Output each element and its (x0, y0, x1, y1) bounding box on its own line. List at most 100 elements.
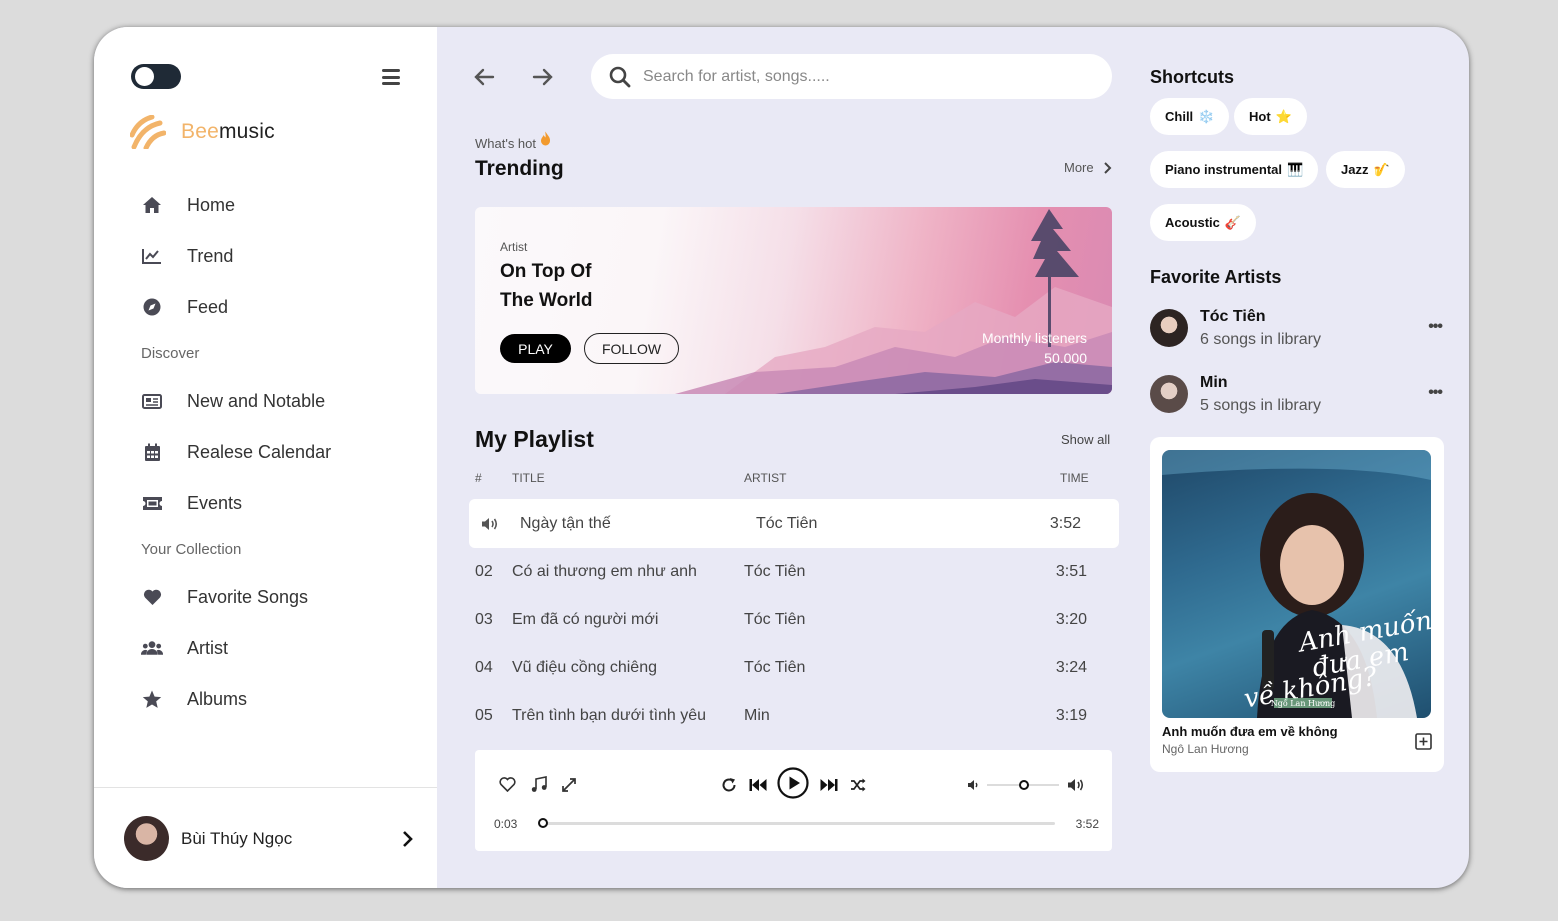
table-row[interactable]: Ngày tận thế Tóc Tiên 3:52 (469, 499, 1119, 548)
volume-thumb[interactable] (1019, 780, 1030, 790)
newspaper-icon (141, 390, 163, 412)
previous-track-icon[interactable] (749, 778, 767, 792)
repeat-icon[interactable] (721, 777, 737, 793)
play-button[interactable]: PLAY (500, 334, 571, 363)
nav-trend[interactable]: Trend (141, 241, 233, 271)
song-artist: Min (744, 706, 770, 724)
volume-slider[interactable] (987, 780, 1059, 790)
add-to-playlist-icon[interactable] (1415, 733, 1432, 750)
nav-label: Realese Calendar (187, 441, 332, 462)
nav-label: Favorite Songs (187, 586, 309, 607)
col-header-num: # (475, 471, 482, 485)
shuffle-icon[interactable] (850, 778, 866, 792)
play-pause-icon[interactable] (777, 767, 809, 799)
song-number: 02 (475, 562, 493, 580)
more-options-icon[interactable]: ••• (1428, 384, 1443, 402)
app-window: Beemusic Home Trend Feed Discover New an… (94, 27, 1469, 888)
back-arrow-icon[interactable] (472, 65, 496, 89)
album-cover-image[interactable]: Anh muốn đưa em về không? Ngô Lan Hương (1162, 450, 1431, 718)
next-track-icon[interactable] (820, 778, 838, 792)
user-profile[interactable]: Bùi Thúy Ngọc (124, 816, 414, 861)
home-icon (141, 194, 163, 216)
song-title: Trên tình bạn dưới tình yêu (512, 706, 707, 724)
player-bar: 0:03 3:52 (475, 750, 1112, 851)
shortcut-jazz[interactable]: Jazz 🎷 (1326, 151, 1405, 188)
more-options-icon[interactable]: ••• (1428, 318, 1443, 336)
nav-label: Events (187, 492, 243, 513)
hero-title: On Top Of The World (500, 261, 593, 311)
logo[interactable]: Beemusic (130, 115, 275, 149)
nav-label: Albums (187, 688, 248, 709)
nav-label: Home (187, 194, 236, 215)
right-panel: Shortcuts Chill ❄️ Hot ⭐ Piano instrumenta… (1150, 27, 1450, 888)
volume-low-icon[interactable] (967, 779, 980, 791)
menu-icon[interactable] (382, 69, 400, 85)
nav-events[interactable]: Events (141, 488, 242, 518)
nav-new-and-notable[interactable]: New and Notable (141, 386, 325, 416)
artist-name: Tóc Tiên (1200, 307, 1266, 325)
theme-toggle[interactable] (131, 64, 181, 89)
speaker-playing-icon (482, 517, 498, 530)
whats-hot-label: What's hot (475, 131, 551, 151)
sidebar: Beemusic Home Trend Feed Discover New an… (94, 27, 437, 888)
hero-artist-label: Artist (500, 240, 528, 254)
favorite-artist-item[interactable]: Min 5 songs in library ••• (1150, 372, 1443, 416)
nav-home[interactable]: Home (141, 190, 235, 220)
volume-high-icon[interactable] (1067, 778, 1085, 792)
music-note-icon[interactable] (531, 776, 547, 793)
table-row[interactable]: 02 Có ai thương em như anh Tóc Tiên 3:51 (469, 547, 1119, 596)
more-link[interactable]: More (1064, 160, 1114, 175)
card-song-title: Anh muốn đưa em về không (1162, 724, 1338, 739)
search-bar[interactable] (591, 54, 1112, 99)
shortcut-acoustic[interactable]: Acoustic 🎸 (1150, 204, 1257, 241)
nav-artist[interactable]: Artist (141, 633, 228, 663)
shortcut-chill[interactable]: Chill ❄️ (1150, 98, 1230, 135)
nav-favorite-songs[interactable]: Favorite Songs (141, 582, 308, 612)
favorite-artist-item[interactable]: Tóc Tiên 6 songs in library ••• (1150, 306, 1443, 350)
song-number: 05 (475, 706, 493, 724)
search-input[interactable] (643, 67, 1063, 86)
nav-label: Feed (187, 296, 229, 317)
artist-songs-count: 5 songs in library (1200, 396, 1321, 414)
follow-button[interactable]: FOLLOW (584, 333, 679, 364)
user-avatar (124, 816, 169, 861)
shortcut-hot[interactable]: Hot ⭐ (1234, 98, 1307, 135)
table-row[interactable]: 05 Trên tình bạn dưới tình yêu Min 3:19 (469, 691, 1119, 740)
chart-line-icon (141, 245, 163, 267)
nav-albums[interactable]: Albums (141, 684, 247, 714)
toggle-knob (135, 67, 154, 86)
show-all-link[interactable]: Show all (1061, 432, 1110, 447)
song-artist: Tóc Tiên (744, 658, 806, 676)
search-icon (609, 66, 631, 87)
shortcut-piano-instrumental[interactable]: Piano instrumental 🎹 (1150, 151, 1319, 188)
shortcuts-title: Shortcuts (1150, 67, 1235, 87)
star-icon (141, 688, 163, 710)
col-header-artist: ARTIST (744, 471, 787, 485)
forward-arrow-icon[interactable] (531, 65, 555, 89)
nav-label: Artist (187, 637, 229, 658)
heart-outline-icon[interactable] (499, 777, 516, 792)
chevron-right-icon[interactable] (402, 830, 414, 848)
song-title: Em đã có người mới (512, 610, 659, 628)
song-time: 3:19 (1055, 706, 1087, 724)
logo-text: Beemusic (181, 120, 275, 143)
artist-avatar (1150, 375, 1188, 413)
nav-release-calendar[interactable]: Realese Calendar (141, 437, 331, 467)
progress-bar[interactable] (538, 818, 1055, 828)
table-row[interactable]: 04 Vũ điệu cồng chiêng Tóc Tiên 3:24 (469, 643, 1119, 692)
song-time: 3:24 (1055, 658, 1087, 676)
song-number: 04 (475, 658, 493, 676)
compass-icon (141, 296, 163, 318)
fire-icon (540, 131, 550, 146)
section-discover: Discover (141, 345, 200, 362)
users-icon (141, 637, 163, 659)
nav-feed[interactable]: Feed (141, 292, 228, 322)
favorite-artists-title: Favorite Artists (1150, 267, 1282, 287)
expand-icon[interactable] (562, 778, 576, 792)
progress-thumb[interactable] (538, 818, 548, 828)
artist-avatar (1150, 309, 1188, 347)
ticket-icon (141, 492, 163, 514)
sidebar-divider (94, 787, 437, 788)
table-row[interactable]: 03 Em đã có người mới Tóc Tiên 3:20 (469, 595, 1119, 644)
song-time: 3:20 (1055, 610, 1087, 628)
